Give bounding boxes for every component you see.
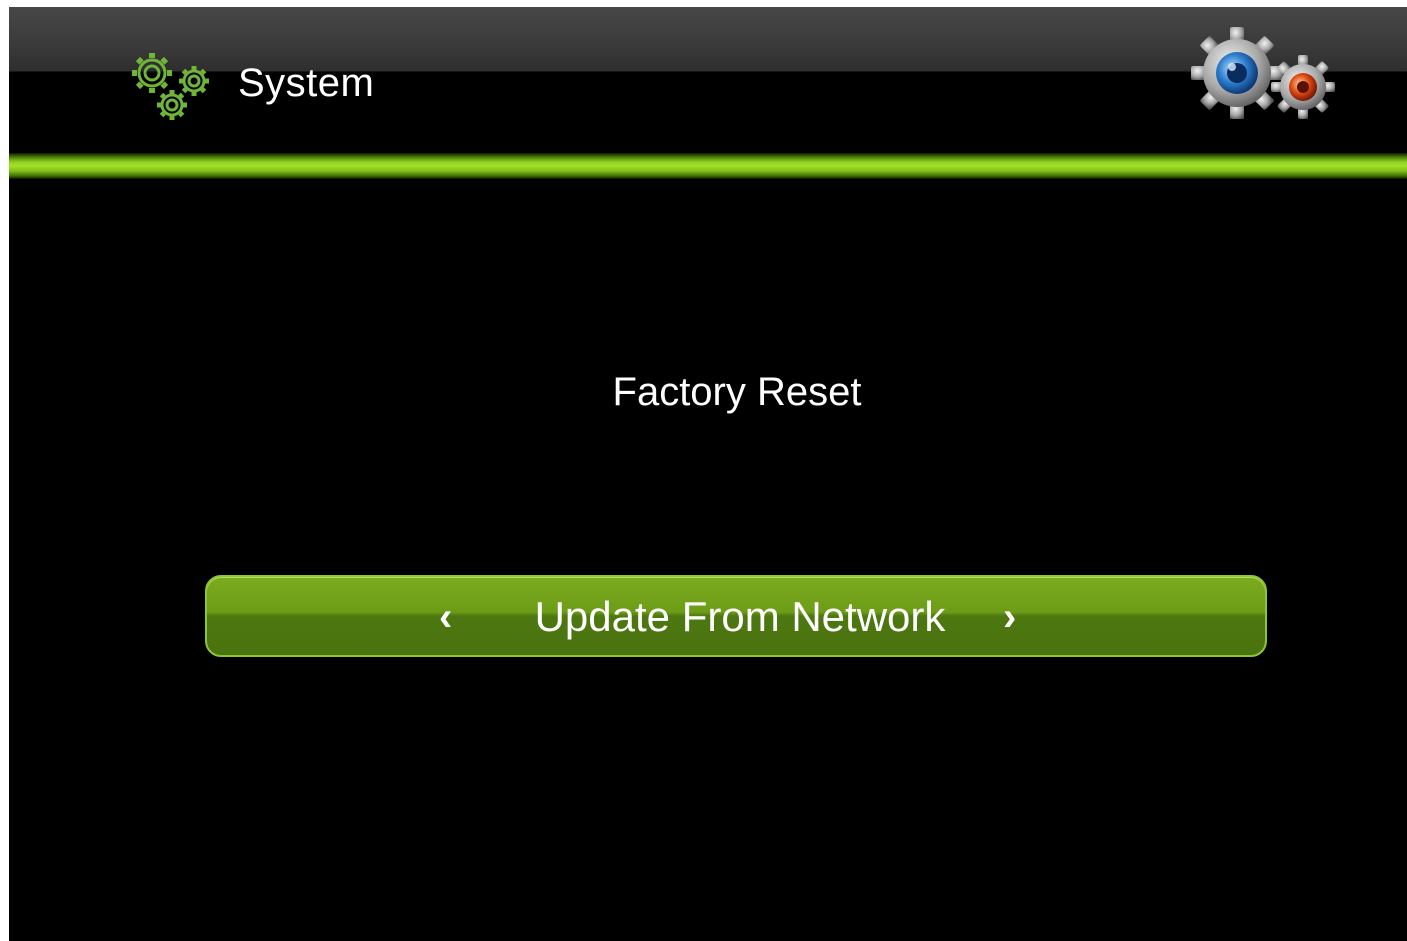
header-bar: System bbox=[9, 7, 1407, 153]
selector-value: Update From Network bbox=[207, 591, 1265, 643]
chevron-right-icon[interactable]: › bbox=[1003, 593, 1016, 641]
option-label-text: Factory Reset bbox=[612, 370, 862, 414]
update-source-selector[interactable]: ‹ Update From Network › bbox=[205, 575, 1267, 657]
selector-value-text: Update From Network bbox=[534, 593, 946, 640]
screen: System Factory Reset ‹ Update From Netwo… bbox=[9, 7, 1407, 941]
settings-gears-icon bbox=[1191, 27, 1335, 119]
gears-outline-icon bbox=[132, 53, 209, 120]
header-divider bbox=[9, 153, 1407, 179]
page-title: System bbox=[238, 61, 375, 105]
option-label: Factory Reset bbox=[9, 370, 1407, 415]
